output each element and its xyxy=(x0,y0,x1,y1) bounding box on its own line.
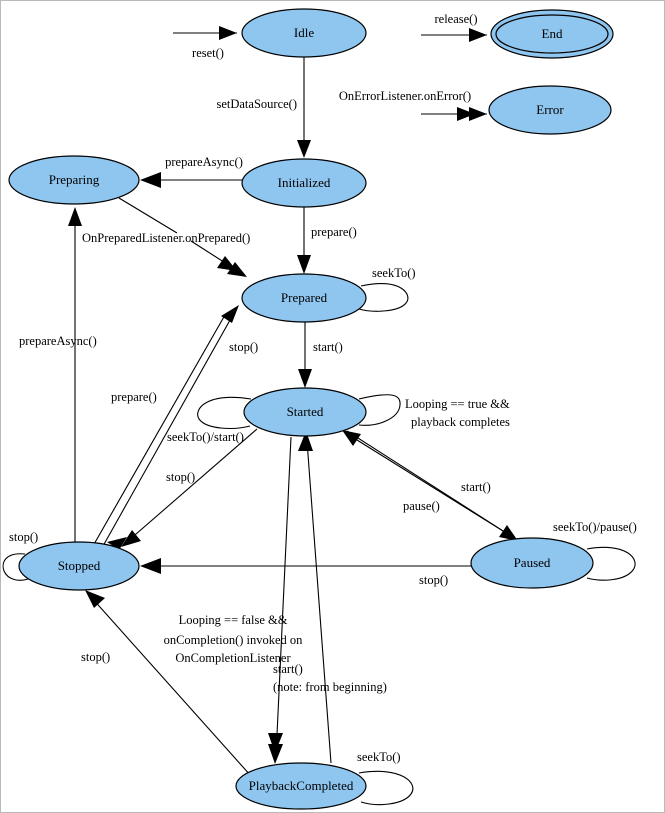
edge-reset[interactable]: reset() xyxy=(173,26,237,60)
edge-label-looping-true-2: playback completes xyxy=(411,415,510,429)
state-node-error[interactable]: Error xyxy=(488,85,612,135)
edge-seek-to-playbackcompleted-self[interactable]: seekTo() xyxy=(357,750,414,806)
edge-start-prepared[interactable]: start() xyxy=(298,322,343,388)
state-label-preparing: Preparing xyxy=(49,172,100,187)
edge-label-on-error: OnErrorListener.onError() xyxy=(339,89,471,103)
edge-start-playbackcompleted[interactable]: start() (note: from beginning) xyxy=(273,431,387,764)
edge-set-data-source[interactable]: setDataSource() xyxy=(216,57,311,158)
state-node-playbackcompleted[interactable]: PlaybackCompleted xyxy=(235,762,367,810)
state-node-idle[interactable]: Idle xyxy=(241,8,367,58)
state-node-started[interactable]: Started xyxy=(243,387,367,437)
edge-label-prepare-stopped: prepare() xyxy=(111,390,157,404)
edge-release[interactable]: release() xyxy=(421,12,487,42)
edge-seek-to-start-self[interactable]: seekTo()/start() xyxy=(167,396,252,444)
state-node-prepared[interactable]: Prepared xyxy=(241,273,367,323)
edge-label-start-pbc-2: (note: from beginning) xyxy=(273,680,387,694)
state-label-idle: Idle xyxy=(294,25,314,40)
edge-looping-false[interactable]: Looping == false && onCompletion() invok… xyxy=(164,436,304,764)
edge-label-stop-prepared: stop() xyxy=(229,340,258,354)
state-label-error: Error xyxy=(536,102,564,117)
edge-label-seek-to-pbc: seekTo() xyxy=(357,750,401,764)
state-label-playbackcompleted: PlaybackCompleted xyxy=(249,778,354,793)
edge-label-reset: reset() xyxy=(192,46,224,60)
edge-looping-true-self[interactable]: Looping == true && playback completes xyxy=(358,394,510,429)
edge-seek-to-prepared-self[interactable]: seekTo() xyxy=(358,266,416,312)
edge-label-stop-started: stop() xyxy=(166,470,195,484)
edge-prepare-async-initialized[interactable]: prepareAsync() xyxy=(140,155,243,188)
state-node-stopped[interactable]: Stopped xyxy=(18,541,140,591)
state-label-end: End xyxy=(542,26,563,41)
edge-prepare-stopped[interactable]: prepare() xyxy=(102,305,239,547)
edge-label-looping-false-2: onCompletion() invoked on xyxy=(164,633,304,647)
edge-label-seek-to-prepared: seekTo() xyxy=(372,266,416,280)
state-label-stopped: Stopped xyxy=(58,558,101,573)
edge-prepare-async-stopped[interactable]: prepareAsync() xyxy=(19,207,97,542)
edge-label-looping-false-1: Looping == false && xyxy=(179,613,288,627)
edge-label-set-data-source: setDataSource() xyxy=(216,97,297,111)
edge-label-stop-stopped: stop() xyxy=(9,530,38,544)
edge-start-paused[interactable]: start() xyxy=(342,430,520,542)
edge-label-prepare-init: prepare() xyxy=(311,225,357,239)
edge-label-prepare-async-stopped: prepareAsync() xyxy=(19,334,97,348)
edge-prepare-initialized[interactable]: prepare() xyxy=(297,207,357,274)
state-node-end[interactable]: End xyxy=(490,9,614,59)
edge-label-start-prepared: start() xyxy=(313,340,343,354)
edge-label-release: release() xyxy=(434,12,477,26)
edge-label-looping-true-1: Looping == true && xyxy=(405,397,510,411)
edge-on-error[interactable]: OnErrorListener.onError() xyxy=(339,89,487,121)
state-label-paused: Paused xyxy=(514,555,551,570)
edge-label-stop-pbc: stop() xyxy=(81,650,110,664)
state-node-initialized[interactable]: Initialized xyxy=(241,158,367,208)
state-node-paused[interactable]: Paused xyxy=(470,537,594,589)
edge-label-pause: pause() xyxy=(403,499,440,513)
state-node-preparing[interactable]: Preparing xyxy=(8,155,140,205)
state-diagram-canvas: reset() release() OnErrorListener.onErro… xyxy=(0,0,665,813)
edge-stop-started[interactable]: stop() xyxy=(121,428,258,547)
edge-label-on-prepared: OnPreparedListener.onPrepared() xyxy=(82,231,250,245)
edge-label-prepare-async-init: prepareAsync() xyxy=(165,155,243,169)
state-label-initialized: Initialized xyxy=(278,175,331,190)
state-label-started: Started xyxy=(287,404,324,419)
edge-stop-paused[interactable]: stop() xyxy=(140,558,471,587)
edge-label-start-paused: start() xyxy=(461,480,491,494)
edge-label-seek-to-start: seekTo()/start() xyxy=(167,430,244,444)
edge-label-start-pbc-1: start() xyxy=(273,662,303,676)
edge-label-seek-to-pause: seekTo()/pause() xyxy=(553,520,637,534)
state-diagram-svg: reset() release() OnErrorListener.onErro… xyxy=(2,8,637,810)
state-label-prepared: Prepared xyxy=(281,290,328,305)
edge-on-prepared[interactable]: OnPreparedListener.onPrepared() xyxy=(82,197,250,277)
edge-label-stop-paused: stop() xyxy=(419,573,448,587)
